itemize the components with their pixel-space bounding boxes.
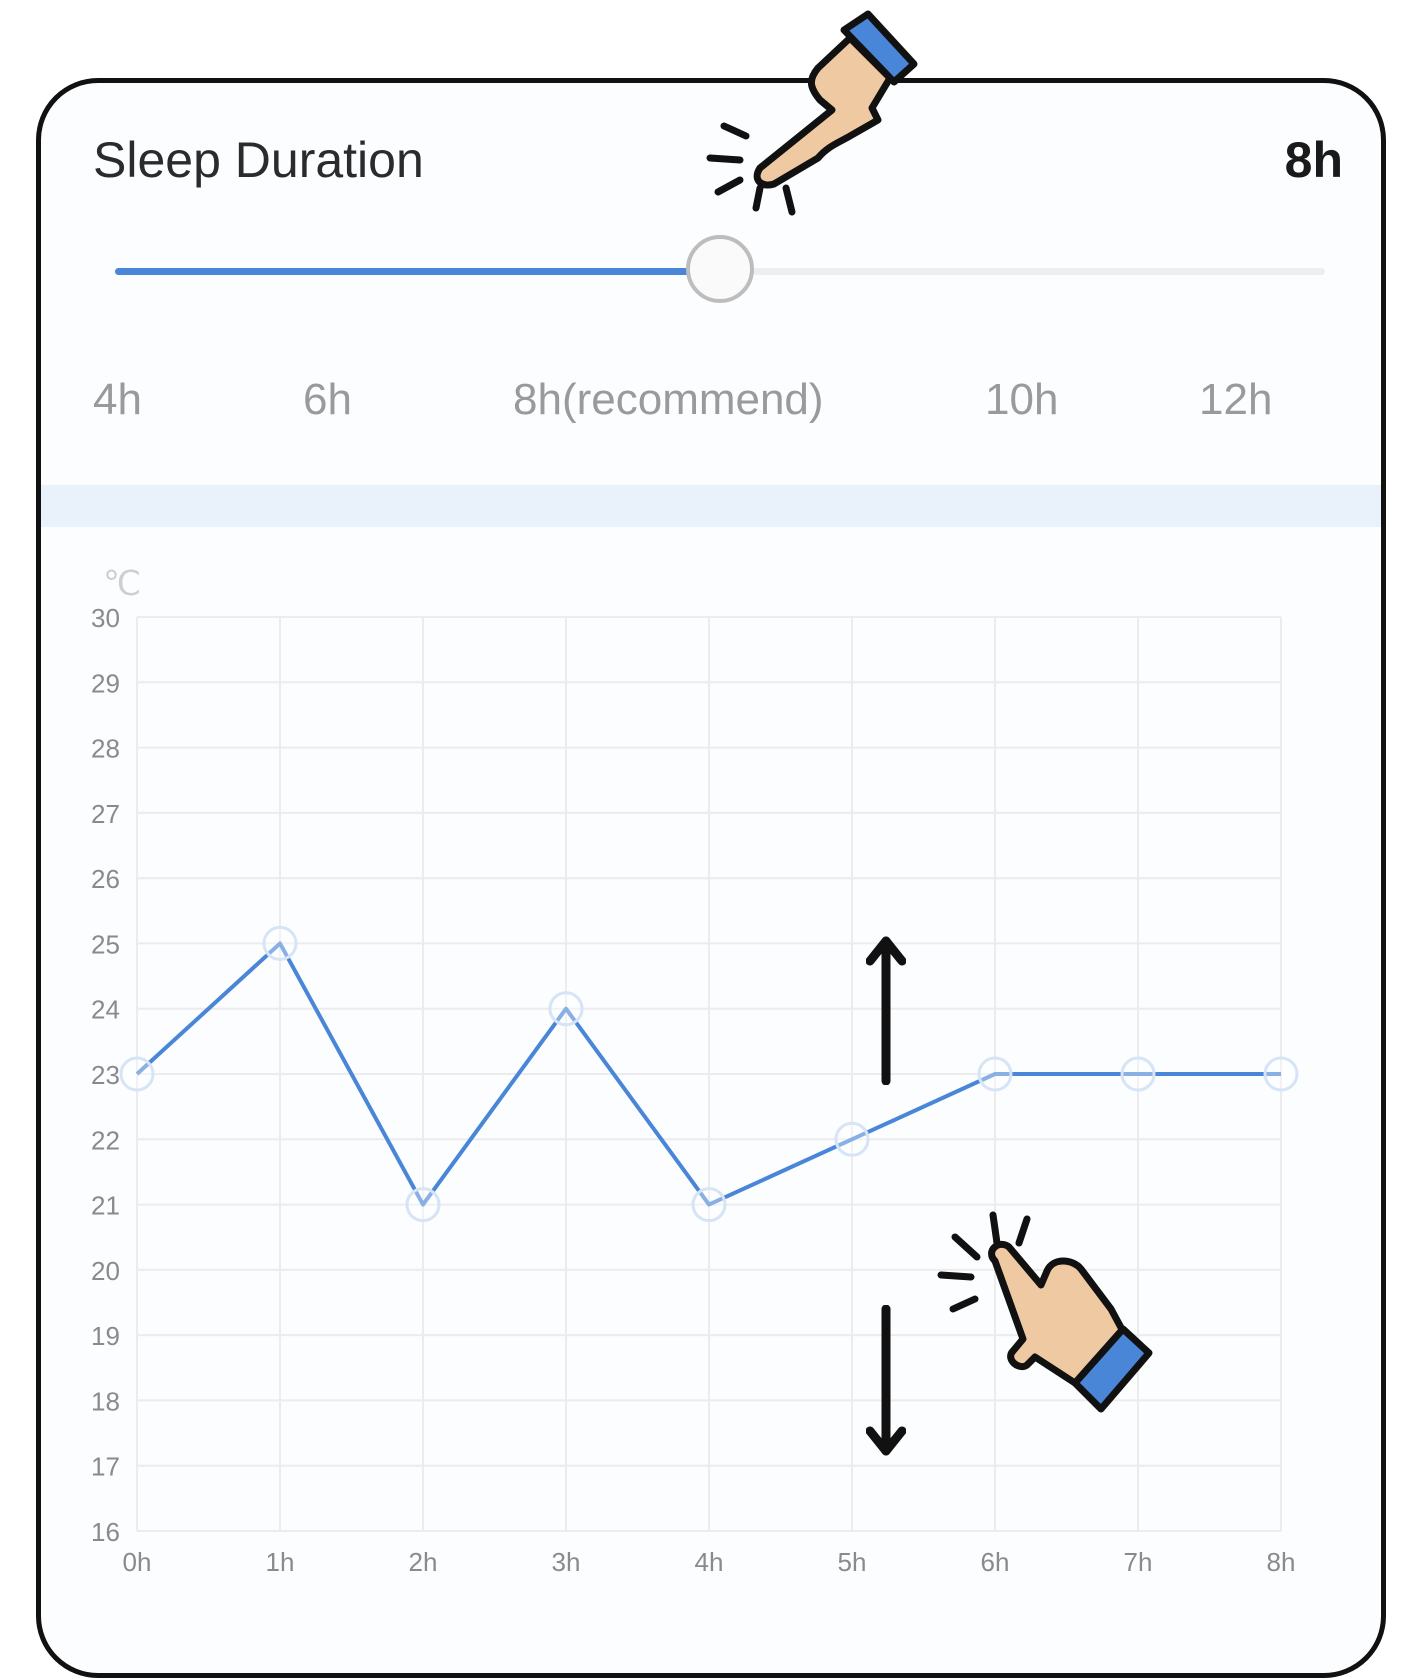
y-axis-unit: ℃ bbox=[103, 565, 141, 603]
x-tick-label: 3h bbox=[552, 1547, 581, 1577]
y-tick-label: 24 bbox=[91, 995, 120, 1025]
x-tick-label: 0h bbox=[123, 1547, 152, 1577]
x-tick-label: 4h bbox=[695, 1547, 724, 1577]
slider-tick-label: 10h bbox=[985, 375, 1059, 424]
y-tick-label: 17 bbox=[91, 1452, 120, 1482]
y-tick-label: 26 bbox=[91, 864, 120, 894]
slider-tick-label: 6h bbox=[303, 375, 352, 424]
data-point[interactable] bbox=[977, 1056, 1013, 1092]
data-point[interactable] bbox=[405, 1187, 441, 1223]
slider-value: 8h bbox=[1284, 132, 1343, 188]
y-tick-label: 27 bbox=[91, 799, 120, 829]
arrow-up-icon bbox=[866, 936, 906, 1085]
y-tick-label: 25 bbox=[91, 929, 120, 959]
y-tick-label: 29 bbox=[91, 668, 120, 698]
slider-fill bbox=[115, 268, 720, 275]
y-tick-label: 16 bbox=[91, 1517, 120, 1547]
slider-tick-label: 8h(recommend) bbox=[513, 375, 824, 424]
tap-hand-icon bbox=[706, 10, 918, 216]
x-tick-label: 5h bbox=[838, 1547, 867, 1577]
slider-title: Sleep Duration bbox=[93, 132, 424, 188]
data-point[interactable] bbox=[548, 991, 584, 1027]
y-tick-label: 21 bbox=[91, 1191, 120, 1221]
temperature-chart[interactable]: ℃ 16 17 18 19 20 21 22 23 24 25 26 27 28 29 30 0h 1h 2h 3h 4… bbox=[41, 563, 1386, 1678]
data-point[interactable] bbox=[834, 1121, 870, 1157]
x-tick-label: 1h bbox=[266, 1547, 295, 1577]
x-tick-label: 6h bbox=[981, 1547, 1010, 1577]
tap-hand-icon bbox=[937, 1211, 1153, 1413]
slider-thumb[interactable] bbox=[686, 235, 754, 303]
y-tick-label: 20 bbox=[91, 1256, 120, 1286]
x-tick-label: 2h bbox=[409, 1547, 438, 1577]
y-tick-label: 23 bbox=[91, 1060, 120, 1090]
data-point[interactable] bbox=[1263, 1056, 1299, 1092]
x-tick-label: 8h bbox=[1267, 1547, 1296, 1577]
x-tick-label: 7h bbox=[1124, 1547, 1153, 1577]
y-tick-label: 30 bbox=[91, 603, 120, 633]
y-tick-label: 18 bbox=[91, 1386, 120, 1416]
y-tick-label: 28 bbox=[91, 734, 120, 764]
y-tick-label: 22 bbox=[91, 1125, 120, 1155]
data-point[interactable] bbox=[262, 925, 298, 961]
section-divider bbox=[41, 485, 1381, 527]
slider-tick-label: 12h bbox=[1199, 375, 1273, 424]
slider-tick-label: 4h bbox=[93, 375, 142, 424]
data-point[interactable] bbox=[691, 1187, 727, 1223]
data-point[interactable] bbox=[119, 1056, 155, 1092]
arrow-down-icon bbox=[866, 1305, 906, 1456]
sleep-settings-card: Sleep Duration 8h 4h 6h 8h(recommend) 10… bbox=[36, 78, 1386, 1678]
y-tick-label: 19 bbox=[91, 1321, 120, 1351]
data-point[interactable] bbox=[1120, 1056, 1156, 1092]
